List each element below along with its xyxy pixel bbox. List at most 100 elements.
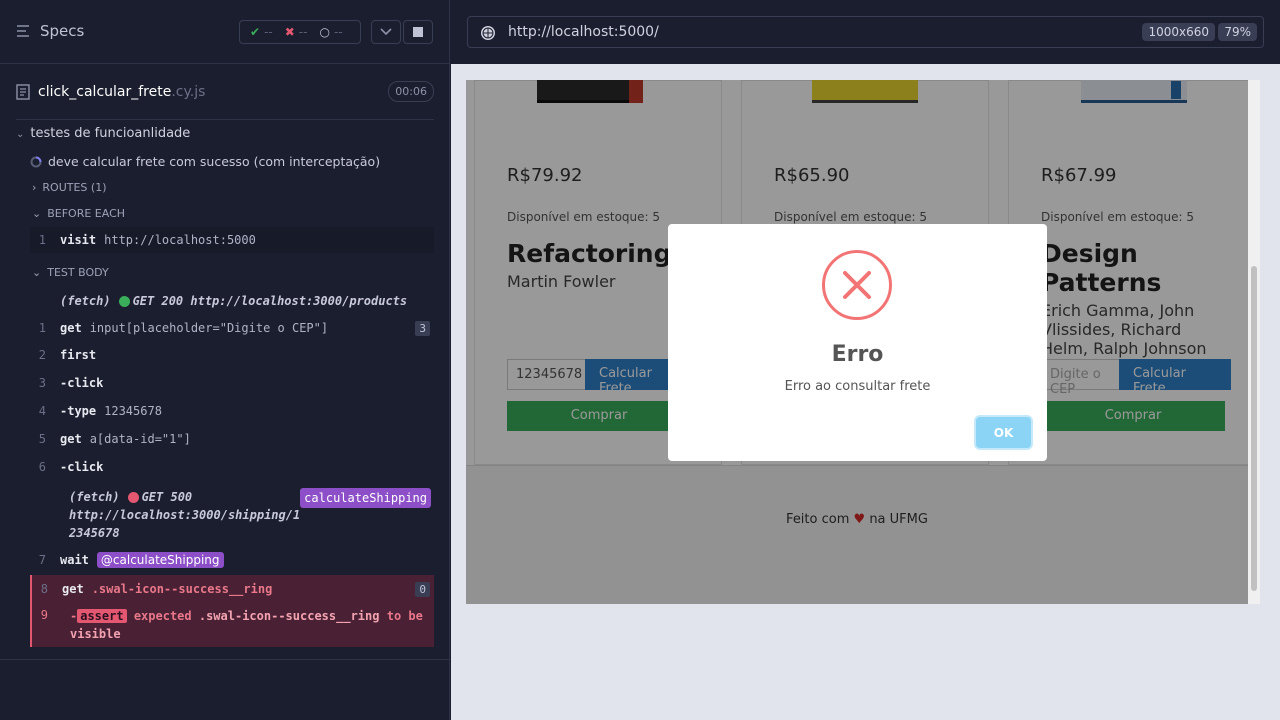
command-row[interactable]: 2 first [30,342,434,368]
alias-tag: @calculateShipping [96,552,224,568]
spec-file-header: click_calcular_frete .cy.js 00:06 [16,80,434,104]
test-body-section[interactable]: ⌄ TEST BODY [32,266,109,279]
command-number: 1 [38,233,46,247]
command-row[interactable]: 4 -type 12345678 [30,398,434,424]
scrollbar[interactable] [1248,80,1260,604]
viewport-size[interactable]: 1000x660 [1142,23,1215,41]
command-number: 9 [40,608,48,622]
running-spinner-icon [30,156,42,167]
url-text: http://localhost:5000/ [508,24,659,40]
test-title-text: deve calcular frete com sucesso (com int… [48,154,381,169]
fetch-label: (fetch) [60,294,111,308]
specs-toggle[interactable]: Specs [16,22,84,40]
command-number: 1 [38,321,46,335]
command-row[interactable]: 1 visit http://localhost:5000 [30,227,434,253]
auto-scroll-button[interactable] [371,20,401,44]
fetch-row[interactable]: (fetch) GET 500 calculateShipping http:/… [69,488,431,542]
globe-icon [481,26,495,40]
app-iframe: R$79.92 Disponível em estoque: 5 Refacto… [466,80,1260,604]
before-each-section[interactable]: ⌄ BEFORE EACH [32,207,125,220]
command-row[interactable]: 1 get input[placeholder="Digite o CEP"] … [30,315,434,341]
spec-file-ext: .cy.js [171,84,206,100]
command-row[interactable]: 7 wait @calculateShipping [30,547,434,573]
assert-word: be [408,609,423,623]
routes-label: ROUTES (1) [42,181,107,194]
command-name: -click [60,376,104,390]
command-row[interactable]: 5 get a[data-id="1"] [30,426,434,452]
assert-badge: assert [77,609,127,623]
test-title[interactable]: deve calcular frete com sucesso (com int… [30,154,380,169]
failed-command-row[interactable]: 8 get .swal-icon--success__ring 0 [30,575,434,603]
command-number: 2 [38,348,46,362]
fetch-message: GET 500 [141,490,193,504]
failed-assert-row[interactable]: 9 - assert expected .swal-icon--success__… [30,603,434,647]
command-row[interactable]: 3 -click [30,370,434,396]
ok-button[interactable]: OK [976,417,1031,448]
fetch-url-cont: 2345678 [69,526,120,540]
command-message: http://localhost:5000 [104,233,256,247]
stop-button[interactable] [403,20,433,44]
divider [16,119,434,120]
suite-title[interactable]: ⌄ testes de funcioanlidade [16,126,190,141]
stop-icon [413,27,423,37]
command-name: get [60,321,82,335]
command-name: -type [60,404,97,418]
command-row[interactable]: 6 -click [30,454,434,480]
failed-count: -- [298,25,308,39]
browser-toolbar: http://localhost:5000/ 1000x660 79% [451,0,1280,64]
command-name: -click [60,460,104,474]
command-message: a[data-id="1"] [89,432,191,446]
divider [0,659,450,660]
modal-title: Erro [831,342,884,367]
command-message: 12345678 [104,404,162,418]
command-number: 8 [40,582,48,596]
command-number: 7 [38,553,46,567]
command-message: .swal-icon--success__ring [91,582,273,596]
command-name: get [62,582,84,596]
assert-selector: .swal-icon--success__ring [198,609,380,623]
url-bar[interactable]: http://localhost:5000/ 1000x660 79% [467,16,1264,48]
status-dot-icon [118,295,130,307]
command-message: input[placeholder="Digite o CEP"] [89,321,329,335]
alias-tag: calculateShipping [300,488,431,508]
fetch-message: GET 200 http://localhost:3000/products [132,294,408,308]
zoom-level: 79% [1218,23,1257,41]
assert-word: to [386,609,402,623]
passed-count: -- [264,25,273,39]
file-icon [16,84,30,100]
command-number: 6 [38,460,46,474]
x-icon: ✖ [284,25,295,39]
before-each-label: BEFORE EACH [47,207,126,220]
chevron-right-icon: › [32,181,37,194]
pending-icon: ○ [319,25,330,39]
command-number: 4 [38,404,46,418]
chevron-down-icon [380,28,392,36]
command-name: wait [60,553,89,567]
command-log-panel: Specs ✔ -- ✖ -- ○ -- click_calcular_frete .c… [0,0,450,720]
scrollbar-thumb[interactable] [1251,266,1257,591]
error-icon [822,250,892,320]
menu-icon [17,25,29,37]
routes-section[interactable]: › ROUTES (1) [32,181,107,194]
error-modal: Erro Erro ao consultar frete OK [668,224,1047,461]
fetch-label: (fetch) [69,490,120,504]
test-stats: ✔ -- ✖ -- ○ -- [239,20,361,44]
command-name: get [60,432,82,446]
assert-word: visible [70,627,121,641]
fetch-url: http://localhost:3000/shipping/1 [69,508,301,522]
assert-word: expected [133,609,192,623]
modal-text: Erro ao consultar frete [784,379,931,394]
chevron-down-icon: ⌄ [32,266,42,279]
runner-header: Specs ✔ -- ✖ -- ○ -- [0,0,450,64]
fetch-row[interactable]: (fetch) GET 200 http://localhost:3000/pr… [30,288,434,314]
command-name: visit [60,233,97,247]
command-number: 5 [38,432,46,446]
status-dot-icon [127,491,139,503]
element-count-badge: 3 [415,320,430,336]
chevron-down-icon: ⌄ [32,207,42,220]
spec-duration: 00:06 [388,81,434,102]
command-name: first [60,348,97,362]
specs-label: Specs [40,22,85,40]
command-number: 3 [38,376,46,390]
suite-title-text: testes de funcioanlidade [30,126,191,141]
